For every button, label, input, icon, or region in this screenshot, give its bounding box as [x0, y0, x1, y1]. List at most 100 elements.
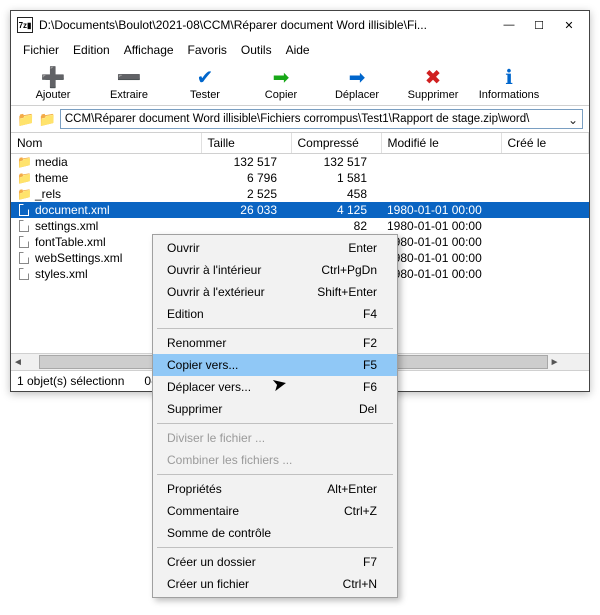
- ctx-label: Copier vers...: [167, 358, 238, 372]
- ctx-copier-vers[interactable]: Copier vers... F5: [153, 354, 397, 376]
- ctx-shortcut: Alt+Enter: [327, 482, 377, 496]
- tool-déplacer[interactable]: ➡Déplacer: [321, 65, 393, 103]
- ctx-edition[interactable]: Edition F4: [153, 303, 397, 325]
- menu-separator: [157, 474, 393, 475]
- column-header[interactable]: Créé le: [501, 133, 589, 154]
- cell-mod: [381, 170, 501, 186]
- up-folder-icon[interactable]: 📁: [17, 111, 34, 128]
- ctx-d-placer-vers[interactable]: Déplacer vers...F6: [153, 376, 397, 398]
- ctx-shortcut: Ctrl+N: [343, 577, 377, 591]
- tool-label: Tester: [190, 89, 220, 101]
- cell-mod: 1980-01-01 00:00: [381, 266, 501, 282]
- ctx-shortcut: F5: [363, 358, 377, 372]
- window-controls: — ☐ ✕: [503, 19, 583, 32]
- scroll-left-arrow[interactable]: ◄: [11, 357, 25, 368]
- tool-extraire[interactable]: ➖Extraire: [93, 65, 165, 103]
- tester-icon: ✔: [197, 67, 214, 89]
- folder-icon[interactable]: 📁: [38, 111, 55, 128]
- maximize-button[interactable]: ☐: [533, 19, 545, 32]
- ctx-cr-er-un-fichier[interactable]: Créer un fichier Ctrl+N: [153, 573, 397, 595]
- file-name: theme: [35, 171, 68, 185]
- ctx-somme-de-contr-le[interactable]: Somme de contrôle: [153, 522, 397, 544]
- ctx-label: Ouvrir à l'intérieur: [167, 263, 261, 277]
- ctx-cr-er-un-dossier[interactable]: Créer un dossierF7: [153, 551, 397, 573]
- ctx-combiner-les-fichiers: Combiner les fichiers ...: [153, 449, 397, 471]
- table-row[interactable]: settings.xml821980-01-01 00:00: [11, 218, 589, 234]
- supprimer-icon: ✖: [425, 67, 442, 89]
- file-icon-wrap: [17, 251, 31, 265]
- ctx-shortcut: Del: [359, 402, 377, 416]
- déplacer-icon: ➡: [349, 67, 366, 89]
- menu-edition[interactable]: Edition: [67, 41, 116, 59]
- tool-ajouter[interactable]: ➕Ajouter: [17, 65, 89, 103]
- copier-icon: ➡: [273, 67, 290, 89]
- file-icon: [19, 252, 29, 264]
- file-icon: [19, 268, 29, 280]
- table-row[interactable]: document.xml26 0334 1251980-01-01 00:00: [11, 202, 589, 218]
- ctx-shortcut: Shift+Enter: [317, 285, 377, 299]
- close-button[interactable]: ✕: [563, 19, 575, 32]
- minimize-button[interactable]: —: [503, 19, 515, 32]
- ctx-label: Somme de contrôle: [167, 526, 271, 540]
- file-icon-wrap: [17, 267, 31, 281]
- column-header[interactable]: Modifié le: [381, 133, 501, 154]
- file-name: styles.xml: [35, 267, 88, 281]
- file-icon: [19, 220, 29, 232]
- ctx-diviser-le-fichier: Diviser le fichier ...: [153, 427, 397, 449]
- ctx-ouvrir-l-int-rieur[interactable]: Ouvrir à l'intérieurCtrl+PgDn: [153, 259, 397, 281]
- ctx-propri-t-s[interactable]: PropriétésAlt+Enter: [153, 478, 397, 500]
- cell-packed: 458: [291, 186, 381, 202]
- tool-copier[interactable]: ➡Copier: [245, 65, 317, 103]
- table-row[interactable]: 📁theme6 7961 581: [11, 170, 589, 186]
- cell-size: 2 525: [201, 186, 291, 202]
- table-row[interactable]: 📁_rels2 525458: [11, 186, 589, 202]
- cell-packed: 4 125: [291, 202, 381, 218]
- cell-mod: 1980-01-01 00:00: [381, 250, 501, 266]
- menu-aide[interactable]: Aide: [280, 41, 316, 59]
- folder-icon: 📁: [17, 187, 31, 201]
- file-name: fontTable.xml: [35, 235, 106, 249]
- menu-fichier[interactable]: Fichier: [17, 41, 65, 59]
- ctx-ouvrir-l-ext-rieur[interactable]: Ouvrir à l'extérieurShift+Enter: [153, 281, 397, 303]
- scroll-right-arrow[interactable]: ►: [548, 357, 562, 368]
- column-header[interactable]: Taille: [201, 133, 291, 154]
- ctx-label: Combiner les fichiers ...: [167, 453, 292, 467]
- ctx-shortcut: F4: [363, 307, 377, 321]
- path-input[interactable]: CCM\Réparer document Word illisible\Fich…: [60, 109, 583, 129]
- ctx-label: Créer un fichier: [167, 577, 249, 591]
- app-icon: 7z▮: [17, 17, 33, 33]
- ctx-renommer[interactable]: RenommerF2: [153, 332, 397, 354]
- cell-created: [501, 170, 589, 186]
- menu-separator: [157, 423, 393, 424]
- table-row[interactable]: 📁media132 517132 517: [11, 154, 589, 171]
- informations-icon: ℹ: [505, 67, 513, 89]
- extraire-icon: ➖: [117, 67, 142, 89]
- pathbar: 📁 📁 CCM\Réparer document Word illisible\…: [11, 106, 589, 133]
- ctx-label: Diviser le fichier ...: [167, 431, 265, 445]
- menu-outils[interactable]: Outils: [235, 41, 278, 59]
- column-header[interactable]: Nom: [11, 133, 201, 154]
- file-icon-wrap: [17, 235, 31, 249]
- menu-separator: [157, 328, 393, 329]
- ctx-commentaire[interactable]: CommentaireCtrl+Z: [153, 500, 397, 522]
- ctx-label: Edition: [167, 307, 204, 321]
- tool-label: Informations: [479, 89, 540, 101]
- tool-tester[interactable]: ✔Tester: [169, 65, 241, 103]
- ctx-ouvrir[interactable]: OuvrirEnter: [153, 237, 397, 259]
- cell-size: 6 796: [201, 170, 291, 186]
- tool-label: Déplacer: [335, 89, 379, 101]
- ctx-supprimer[interactable]: SupprimerDel: [153, 398, 397, 420]
- tool-supprimer[interactable]: ✖Supprimer: [397, 65, 469, 103]
- file-name: document.xml: [35, 203, 110, 217]
- cell-mod: 1980-01-01 00:00: [381, 218, 501, 234]
- tool-informations[interactable]: ℹInformations: [473, 65, 545, 103]
- file-name: media: [35, 155, 68, 169]
- column-header[interactable]: Compressé: [291, 133, 381, 154]
- menu-favoris[interactable]: Favoris: [182, 41, 233, 59]
- menu-affichage[interactable]: Affichage: [118, 41, 180, 59]
- cell-mod: 1980-01-01 00:00: [381, 202, 501, 218]
- file-name: settings.xml: [35, 219, 98, 233]
- cell-created: [501, 250, 589, 266]
- ctx-shortcut: Enter: [348, 241, 377, 255]
- ctx-shortcut: F2: [363, 336, 377, 350]
